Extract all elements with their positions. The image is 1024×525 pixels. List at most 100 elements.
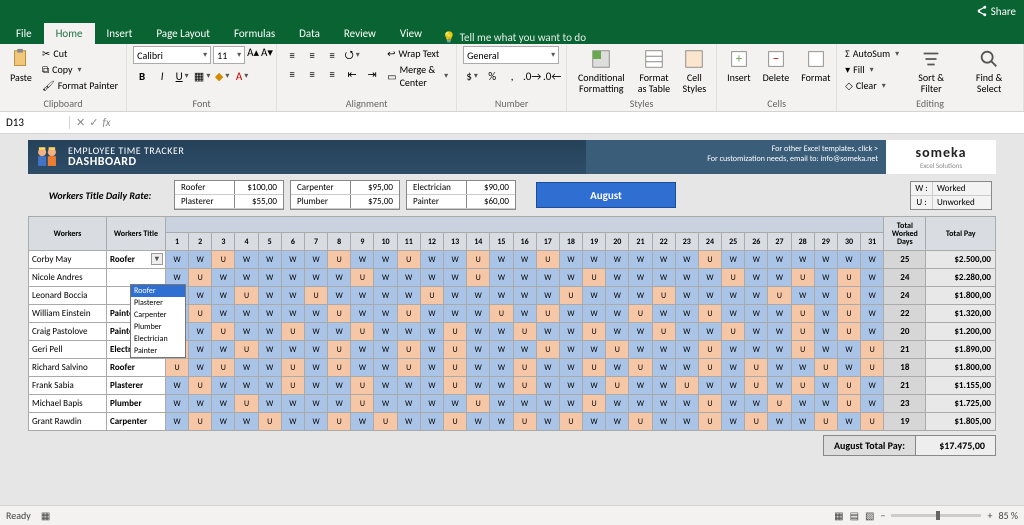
day-cell[interactable]: U: [559, 287, 582, 305]
day-cell[interactable]: W: [606, 305, 629, 323]
day-cell[interactable]: W: [490, 251, 513, 269]
day-cell[interactable]: U: [606, 341, 629, 359]
day-cell[interactable]: W: [281, 341, 304, 359]
font-size-select[interactable]: 11▾: [213, 46, 245, 64]
day-cell[interactable]: U: [212, 323, 235, 341]
day-cell[interactable]: W: [722, 413, 745, 431]
day-cell[interactable]: U: [304, 287, 327, 305]
day-cell[interactable]: W: [443, 305, 466, 323]
day-cell[interactable]: W: [258, 359, 281, 377]
increase-decimal-button[interactable]: .0→: [523, 67, 541, 85]
day-cell[interactable]: U: [513, 377, 536, 395]
dropdown-option[interactable]: Carpenter: [131, 309, 185, 321]
zoom-slider[interactable]: [891, 514, 981, 517]
day-cell[interactable]: U: [467, 395, 490, 413]
day-cell[interactable]: W: [722, 395, 745, 413]
day-cell[interactable]: W: [768, 413, 791, 431]
day-cell[interactable]: W: [328, 287, 351, 305]
worker-name-cell[interactable]: Michael Bapis: [29, 395, 107, 413]
day-cell[interactable]: U: [652, 287, 675, 305]
worker-title-cell[interactable]: Carpenter: [106, 413, 165, 431]
day-cell[interactable]: U: [629, 359, 652, 377]
day-cell[interactable]: U: [189, 305, 212, 323]
day-cell[interactable]: W: [675, 395, 698, 413]
day-cell[interactable]: W: [467, 413, 490, 431]
day-cell[interactable]: W: [745, 269, 768, 287]
day-cell[interactable]: W: [165, 377, 188, 395]
day-cell[interactable]: U: [351, 395, 374, 413]
day-cell[interactable]: U: [212, 359, 235, 377]
increase-font-button[interactable]: A▴: [247, 46, 259, 64]
worker-name-cell[interactable]: Corby May: [29, 251, 107, 269]
day-cell[interactable]: W: [258, 305, 281, 323]
day-cell[interactable]: W: [212, 287, 235, 305]
autosum-button[interactable]: ΣAutoSum▾: [843, 46, 901, 61]
day-cell[interactable]: U: [698, 251, 721, 269]
day-cell[interactable]: W: [606, 359, 629, 377]
day-cell[interactable]: W: [513, 251, 536, 269]
day-cell[interactable]: W: [606, 413, 629, 431]
day-cell[interactable]: W: [861, 323, 884, 341]
day-cell[interactable]: W: [235, 269, 258, 287]
day-cell[interactable]: W: [258, 287, 281, 305]
day-cell[interactable]: W: [212, 269, 235, 287]
day-cell[interactable]: W: [722, 287, 745, 305]
day-cell[interactable]: W: [258, 269, 281, 287]
day-cell[interactable]: W: [675, 269, 698, 287]
day-cell[interactable]: W: [606, 269, 629, 287]
day-cell[interactable]: W: [420, 359, 443, 377]
paste-button[interactable]: Paste: [6, 46, 36, 85]
day-cell[interactable]: U: [837, 287, 860, 305]
day-cell[interactable]: U: [235, 287, 258, 305]
day-cell[interactable]: W: [559, 341, 582, 359]
day-cell[interactable]: U: [189, 413, 212, 431]
day-cell[interactable]: W: [490, 413, 513, 431]
day-cell[interactable]: W: [559, 251, 582, 269]
day-cell[interactable]: W: [374, 269, 397, 287]
day-cell[interactable]: W: [814, 341, 837, 359]
cut-button[interactable]: ✂Cut: [40, 46, 120, 61]
day-cell[interactable]: U: [837, 395, 860, 413]
day-cell[interactable]: W: [212, 377, 235, 395]
day-cell[interactable]: W: [536, 413, 559, 431]
day-cell[interactable]: U: [583, 323, 606, 341]
day-cell[interactable]: W: [629, 341, 652, 359]
day-cell[interactable]: W: [791, 287, 814, 305]
day-cell[interactable]: W: [536, 287, 559, 305]
day-cell[interactable]: U: [397, 341, 420, 359]
day-cell[interactable]: W: [814, 323, 837, 341]
day-cell[interactable]: W: [189, 341, 212, 359]
day-cell[interactable]: U: [235, 341, 258, 359]
align-left-button[interactable]: ≡: [283, 65, 301, 83]
day-cell[interactable]: W: [652, 341, 675, 359]
bold-button[interactable]: B: [133, 67, 151, 85]
day-cell[interactable]: W: [675, 341, 698, 359]
day-cell[interactable]: W: [513, 287, 536, 305]
day-cell[interactable]: U: [490, 305, 513, 323]
day-cell[interactable]: W: [675, 305, 698, 323]
day-cell[interactable]: W: [420, 413, 443, 431]
find-select-button[interactable]: Find & Select: [961, 46, 1017, 96]
day-cell[interactable]: W: [281, 287, 304, 305]
day-cell[interactable]: U: [722, 269, 745, 287]
day-cell[interactable]: W: [814, 269, 837, 287]
day-cell[interactable]: U: [351, 377, 374, 395]
day-cell[interactable]: W: [467, 341, 490, 359]
day-cell[interactable]: W: [652, 251, 675, 269]
name-box[interactable]: D13: [0, 116, 70, 129]
day-cell[interactable]: W: [559, 305, 582, 323]
align-bottom-button[interactable]: ≡: [323, 46, 341, 64]
day-cell[interactable]: W: [397, 395, 420, 413]
day-cell[interactable]: U: [258, 413, 281, 431]
day-cell[interactable]: W: [351, 305, 374, 323]
day-cell[interactable]: W: [165, 413, 188, 431]
day-cell[interactable]: W: [791, 359, 814, 377]
day-cell[interactable]: W: [420, 251, 443, 269]
day-cell[interactable]: W: [304, 269, 327, 287]
day-cell[interactable]: W: [281, 395, 304, 413]
day-cell[interactable]: U: [861, 413, 884, 431]
day-cell[interactable]: W: [189, 323, 212, 341]
day-cell[interactable]: U: [513, 359, 536, 377]
day-cell[interactable]: W: [745, 287, 768, 305]
day-cell[interactable]: W: [397, 269, 420, 287]
